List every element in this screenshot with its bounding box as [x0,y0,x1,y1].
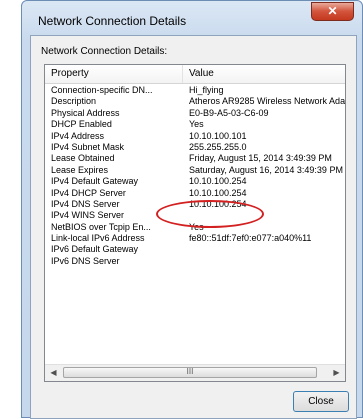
property-cell: NetBIOS over Tcpip En... [51,221,151,232]
value-cell: 255.255.255.0 [189,141,247,152]
value-cell: Saturday, August 16, 2014 3:49:39 PM [189,164,343,175]
details-section-label: Network Connection Details: [41,46,168,57]
value-cell: E0-B9-A5-03-C6-09 [189,107,269,118]
property-cell: Connection-specific DN... [51,85,153,95]
table-row[interactable]: IPv6 DNS Server [45,255,345,267]
list-header: Property Value [45,65,345,84]
column-header-value[interactable]: Value [183,65,345,83]
table-row[interactable]: IPv6 Default Gateway [45,244,345,255]
property-cell: Link-local IPv6 Address [51,233,145,244]
table-row[interactable]: Lease Expires Saturday, August 16, 2014 3… [45,164,345,176]
window-title: Network Connection Details [38,14,187,28]
value-cell: Atheros AR9285 Wireless Network Adapt [189,96,346,107]
table-row[interactable]: IPv4 DHCP Server 10.10.100.254 [45,187,345,199]
table-row[interactable]: IPv4 Default Gateway 10.10.100.254 [45,176,345,187]
property-cell: IPv6 Default Gateway [51,244,139,255]
property-cell: Description [51,96,97,107]
list-rows: Connection-specific DN... Hi_flying Descri… [45,85,346,267]
scroll-left-arrow-icon[interactable]: ◀ [45,365,62,381]
property-cell: Lease Expires [51,164,109,175]
thumb-grip-icon: III [186,367,194,376]
property-cell: IPv4 DHCP Server [51,187,126,198]
property-cell: IPv6 DNS Server [51,255,120,266]
table-row[interactable]: Link-local IPv6 Address fe80::51df:7ef0:e… [45,233,345,244]
property-cell: IPv4 Subnet Mask [51,141,125,152]
scrollbar-thumb[interactable]: III [63,367,317,378]
column-header-property[interactable]: Property [45,65,183,83]
table-row[interactable]: IPv4 Address 10.10.100.101 [45,130,345,142]
title-bar[interactable]: Network Connection Details ✕ [22,1,362,35]
value-cell: Friday, August 15, 2014 3:49:39 PM [189,153,332,164]
value-cell: Yes [189,119,204,130]
table-row[interactable]: DHCP Enabled Yes [45,119,345,130]
scroll-right-arrow-icon[interactable]: ▶ [328,365,345,381]
table-row[interactable]: IPv4 Subnet Mask 255.255.255.0 [45,141,345,153]
table-row[interactable]: Description Atheros AR9285 Wireless Netwo… [45,96,346,107]
highlight-annotation-circle [156,200,264,228]
close-button[interactable]: Close [293,391,349,412]
value-cell: Hi_flying [189,85,224,95]
property-cell: IPv4 Address [51,130,105,141]
close-icon: ✕ [327,4,338,18]
property-cell: Physical Address [51,107,120,118]
value-cell: 10.10.100.254 [189,176,247,187]
table-row[interactable]: Connection-specific DN... Hi_flying [45,85,345,96]
table-row[interactable]: Lease Obtained Friday, August 15, 2014 3:… [45,153,345,164]
property-cell: Lease Obtained [51,153,115,164]
value-cell: fe80::51df:7ef0:e077:a040%11 [189,233,312,244]
value-cell: 10.10.100.254 [189,187,247,198]
horizontal-scrollbar[interactable]: ◀ III ▶ [45,364,345,381]
property-cell: IPv4 Default Gateway [51,176,139,187]
table-row[interactable]: Physical Address E0-B9-A5-03-C6-09 [45,107,345,119]
window-close-button[interactable]: ✕ [311,2,354,21]
value-cell: 10.10.100.101 [189,130,247,141]
property-cell: DHCP Enabled [51,119,112,130]
